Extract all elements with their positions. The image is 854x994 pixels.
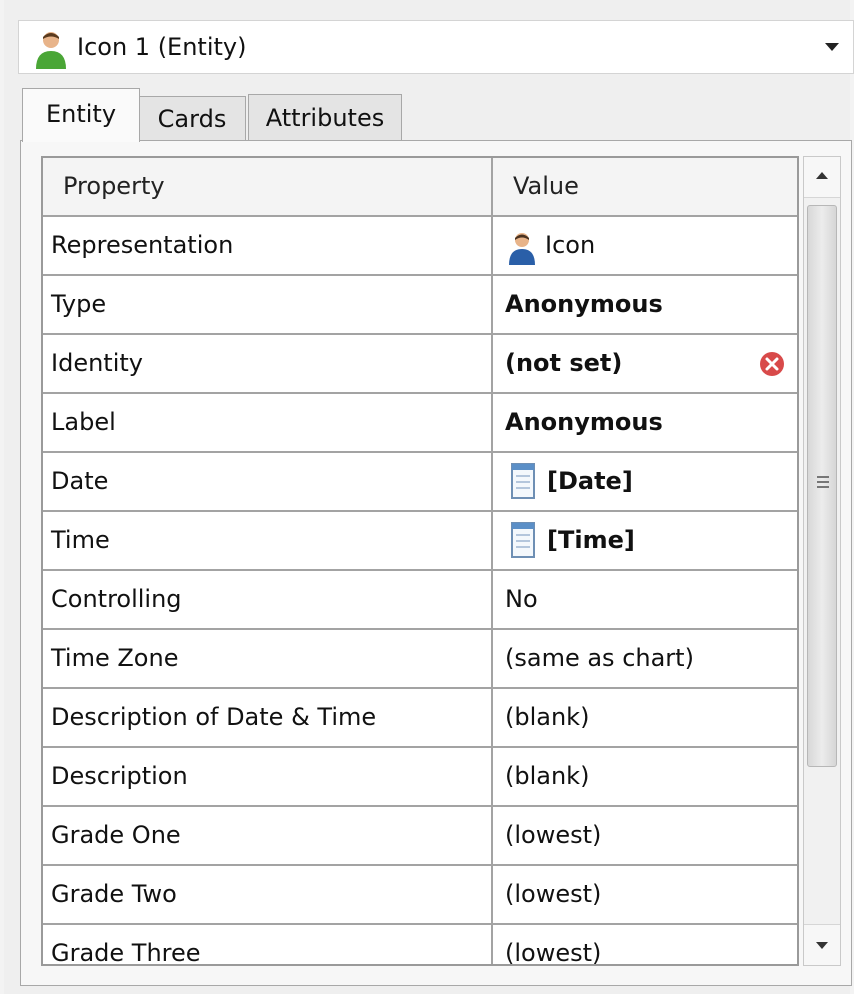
calendar-icon	[511, 463, 535, 510]
property-value[interactable]: (blank)	[495, 748, 797, 805]
property-name: Controlling	[43, 571, 493, 628]
property-name: Time Zone	[43, 630, 493, 687]
property-name: Grade Two	[43, 866, 493, 923]
property-value-text: [Date]	[547, 467, 633, 495]
scrollbar-thumb[interactable]	[807, 205, 837, 767]
property-name: Label	[43, 394, 493, 451]
tab-entity[interactable]: Entity	[22, 88, 140, 142]
tab-attributes[interactable]: Attributes	[248, 94, 402, 140]
grid-header-row: Property Value	[43, 158, 797, 217]
property-value[interactable]: (same as chart)	[495, 630, 797, 687]
table-row[interactable]: Grade One (lowest)	[43, 807, 797, 866]
scroll-up-button[interactable]	[804, 157, 840, 198]
property-value[interactable]: No	[495, 571, 797, 628]
property-value[interactable]: (lowest)	[495, 925, 797, 966]
table-row[interactable]: Date [Date]	[43, 453, 797, 512]
property-value[interactable]: (blank)	[495, 689, 797, 746]
property-name: Type	[43, 276, 493, 333]
property-grid: Property Value Representation Icon Type Ano…	[41, 156, 799, 966]
property-name: Identity	[43, 335, 493, 392]
property-name: Time	[43, 512, 493, 569]
property-value-text: No	[505, 585, 538, 613]
grip-icon	[817, 476, 829, 478]
property-value-text: (lowest)	[505, 821, 602, 849]
property-value-text: [Time]	[547, 526, 635, 554]
table-row[interactable]: Type Anonymous	[43, 276, 797, 335]
property-value[interactable]: (not set)	[495, 335, 797, 392]
property-value-text: Anonymous	[505, 290, 663, 318]
table-row[interactable]: Time [Time]	[43, 512, 797, 571]
property-value-text: (not set)	[505, 349, 623, 377]
property-value-text: (lowest)	[505, 939, 602, 966]
table-row[interactable]: Grade Three (lowest)	[43, 925, 797, 966]
table-row[interactable]: Identity (not set)	[43, 335, 797, 394]
entity-tab-panel: Property Value Representation Icon Type Ano…	[20, 140, 852, 986]
person-icon	[36, 32, 66, 69]
table-row[interactable]: Controlling No	[43, 571, 797, 630]
property-value[interactable]: [Date]	[495, 453, 797, 510]
arrow-down-icon	[816, 942, 828, 949]
properties-panel: Icon 1 (Entity) Entity Cards Attributes …	[4, 0, 854, 994]
chevron-down-icon[interactable]	[825, 43, 839, 51]
property-name: Grade Three	[43, 925, 493, 964]
person-icon	[507, 229, 537, 274]
property-value-text: (blank)	[505, 703, 590, 731]
property-value-text: Anonymous	[505, 408, 663, 436]
table-row[interactable]: Time Zone (same as chart)	[43, 630, 797, 689]
property-value-text: (lowest)	[505, 880, 602, 908]
vertical-scrollbar[interactable]	[803, 156, 841, 966]
property-value[interactable]: Anonymous	[495, 394, 797, 451]
arrow-up-icon	[816, 172, 828, 179]
column-header-property[interactable]: Property	[43, 158, 493, 215]
property-name: Description	[43, 748, 493, 805]
property-name: Representation	[43, 217, 493, 274]
entity-selector-dropdown[interactable]: Icon 1 (Entity)	[18, 20, 854, 74]
table-row[interactable]: Label Anonymous	[43, 394, 797, 453]
table-row[interactable]: Description (blank)	[43, 748, 797, 807]
property-name: Grade One	[43, 807, 493, 864]
column-header-value[interactable]: Value	[495, 158, 797, 215]
property-value[interactable]: Anonymous	[495, 276, 797, 333]
property-value[interactable]: [Time]	[495, 512, 797, 569]
property-value-text: (blank)	[505, 762, 590, 790]
property-name: Date	[43, 453, 493, 510]
property-value[interactable]: Icon	[495, 217, 797, 274]
property-name: Description of Date & Time	[43, 689, 493, 746]
grip-icon	[817, 486, 829, 488]
table-row[interactable]: Grade Two (lowest)	[43, 866, 797, 925]
table-row[interactable]: Representation Icon	[43, 217, 797, 276]
scroll-down-button[interactable]	[804, 924, 840, 965]
tab-cards[interactable]: Cards	[138, 96, 246, 140]
table-row[interactable]: Description of Date & Time (blank)	[43, 689, 797, 748]
property-value-text: Icon	[545, 231, 596, 259]
property-value[interactable]: (lowest)	[495, 807, 797, 864]
calendar-icon	[511, 522, 535, 569]
property-value-text: (same as chart)	[505, 644, 694, 672]
entity-selector-value: Icon 1 (Entity)	[77, 33, 247, 61]
grip-icon	[817, 481, 829, 483]
property-value[interactable]: (lowest)	[495, 866, 797, 923]
